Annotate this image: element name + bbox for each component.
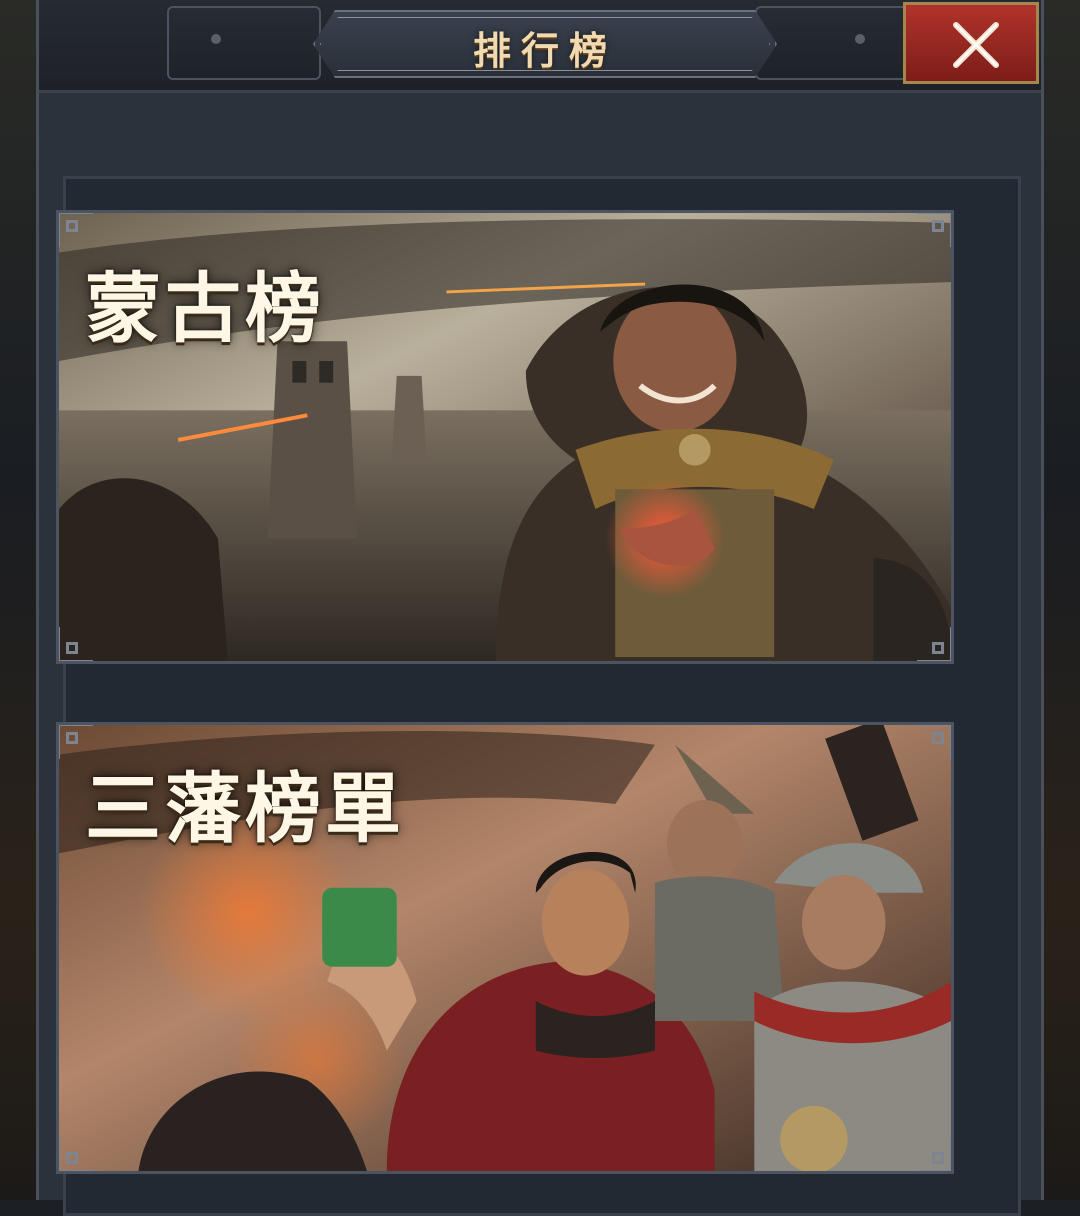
sanfan-leaderboard-banner[interactable]: 三藩榜單 <box>56 722 954 1174</box>
header-ornament-right <box>755 6 909 80</box>
page-title: 排行榜 <box>472 28 617 73</box>
banner-title: 三藩榜單 <box>85 764 405 853</box>
panel-header: 排行榜 <box>39 0 1041 93</box>
frame-corner <box>917 213 951 247</box>
title-plate: 排行榜 <box>313 10 777 78</box>
frame-corner <box>59 1137 93 1171</box>
frame-corner <box>917 627 951 661</box>
frame-corner <box>59 725 93 759</box>
close-button[interactable] <box>903 2 1039 84</box>
frame-corner <box>59 213 93 247</box>
banner-title: 蒙古榜 <box>85 264 325 353</box>
mongol-leaderboard-banner[interactable]: 蒙古榜 <box>56 210 954 664</box>
frame-corner <box>917 725 951 759</box>
frame-corner <box>917 1137 951 1171</box>
header-ornament-left <box>167 6 321 80</box>
frame-corner <box>59 627 93 661</box>
close-icon <box>953 22 999 68</box>
